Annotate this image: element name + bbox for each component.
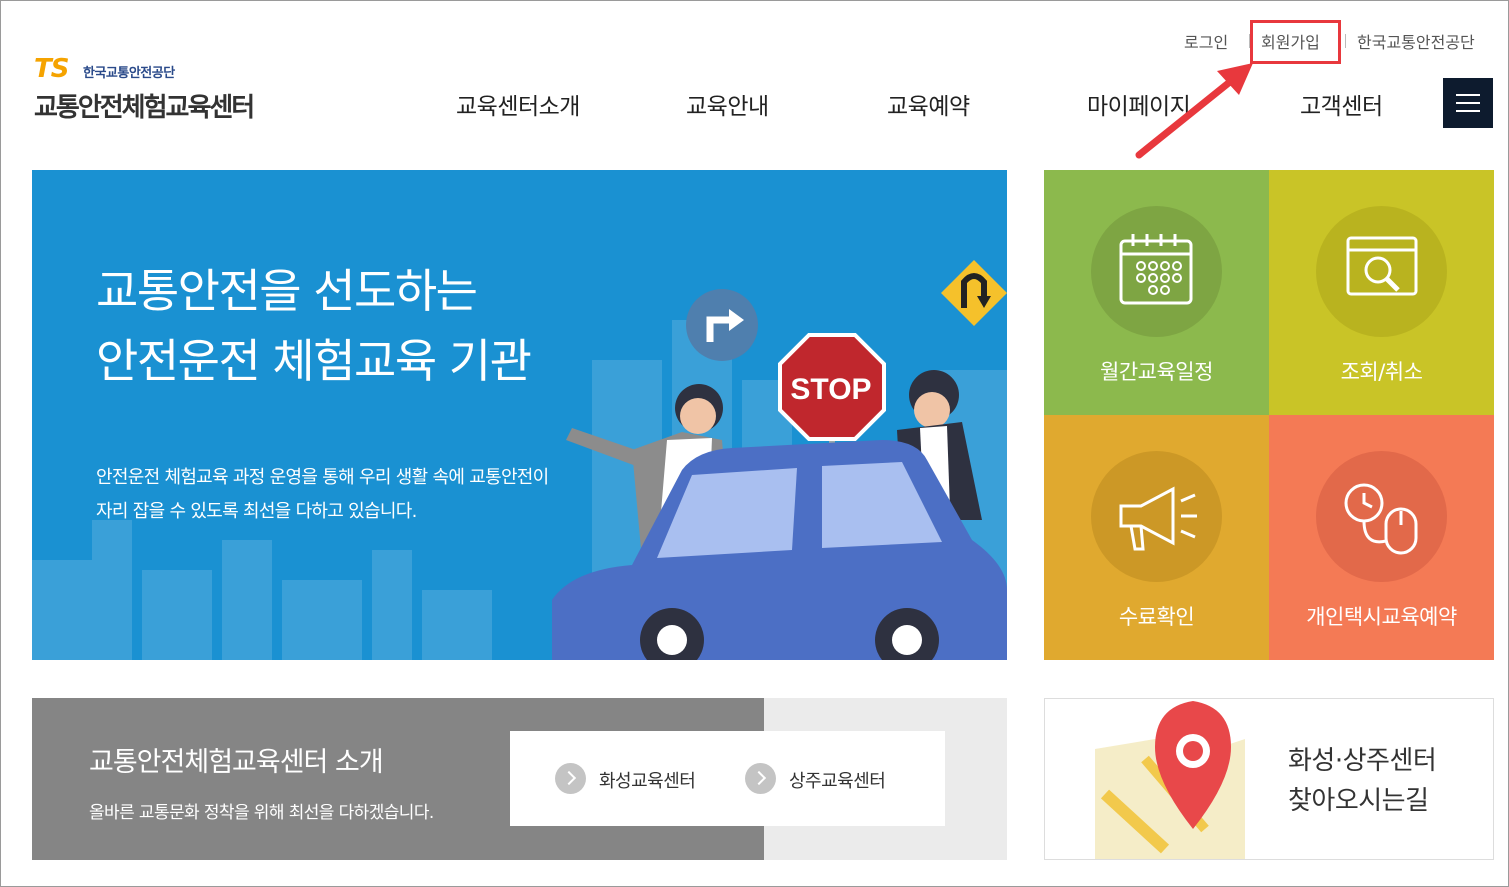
turn-right-sign [686, 289, 758, 361]
stop-sign-text: STOP [790, 373, 871, 406]
chevron-right-icon [745, 763, 776, 794]
org-link[interactable]: 한국교통안전공단 [1357, 29, 1475, 53]
tile-label: 개인택시교육예약 [1306, 605, 1457, 629]
tile-label: 조회/취소 [1340, 360, 1423, 384]
calendar-icon [1091, 206, 1222, 337]
nav-item-customer-center[interactable]: 고객센터 [1300, 87, 1383, 121]
tile-monthly-schedule[interactable]: 월간교육일정 [1044, 170, 1269, 415]
tile-label: 월간교육일정 [1100, 360, 1213, 384]
hwaseong-center-link[interactable]: 화성교육센터 [599, 767, 696, 793]
megaphone-icon [1091, 451, 1222, 582]
hero-title: 교통안전을 선도하는 안전운전 체험교육 기관 [96, 264, 532, 388]
annotation-arrow [1135, 63, 1253, 159]
directions-text[interactable]: 화성·상주센터 찾아오시는길 [1288, 741, 1437, 821]
chevron-right-icon [555, 763, 586, 794]
tile-label: 수료확인 [1118, 605, 1195, 629]
login-link[interactable]: 로그인 [1184, 29, 1228, 53]
ts-logo-mark: TS [34, 54, 69, 84]
menu-line [1456, 94, 1480, 96]
tile-completion-check[interactable]: 수료확인 [1044, 415, 1269, 660]
nav-item-edu-info[interactable]: 교육안내 [686, 87, 769, 121]
page-frame: 로그인 회원가입 한국교통안전공단 TS 한국교통안전공단 교통안전체험교육센터… [0, 0, 1509, 887]
nav-item-center-intro[interactable]: 교육센터소개 [456, 87, 580, 121]
logo-org-name: 한국교통안전공단 [83, 66, 175, 81]
hero-banner[interactable]: STOP [32, 170, 1007, 660]
intro-link-card: 화성교육센터 상주교육센터 [510, 731, 945, 826]
intro-title: 교통안전체험교육센터 소개 [89, 747, 384, 778]
menu-line [1456, 110, 1480, 112]
tile-inquiry-cancel[interactable]: 조회/취소 [1269, 170, 1494, 415]
nav-item-reservation[interactable]: 교육예약 [887, 87, 970, 121]
sangju-center-link[interactable]: 상주교육센터 [789, 767, 886, 793]
u-turn-sign [941, 260, 1007, 326]
menu-line [1456, 102, 1480, 104]
hero-illustration: STOP [32, 260, 1007, 660]
util-divider [1345, 34, 1346, 48]
search-window-icon [1316, 206, 1447, 337]
clock-mouse-icon [1316, 451, 1447, 582]
tile-taxi-reservation[interactable]: 개인택시교육예약 [1269, 415, 1494, 660]
hero-description: 안전운전 체험교육 과정 운영을 통해 우리 생활 속에 교통안전이 자리 잡을… [96, 467, 549, 522]
logo-site-name: 교통안전체험교육센터 [34, 93, 255, 123]
hamburger-menu-button[interactable] [1443, 78, 1493, 128]
intro-description: 올바른 교통문화 정착을 위해 최선을 다하겠습니다. [89, 803, 434, 823]
